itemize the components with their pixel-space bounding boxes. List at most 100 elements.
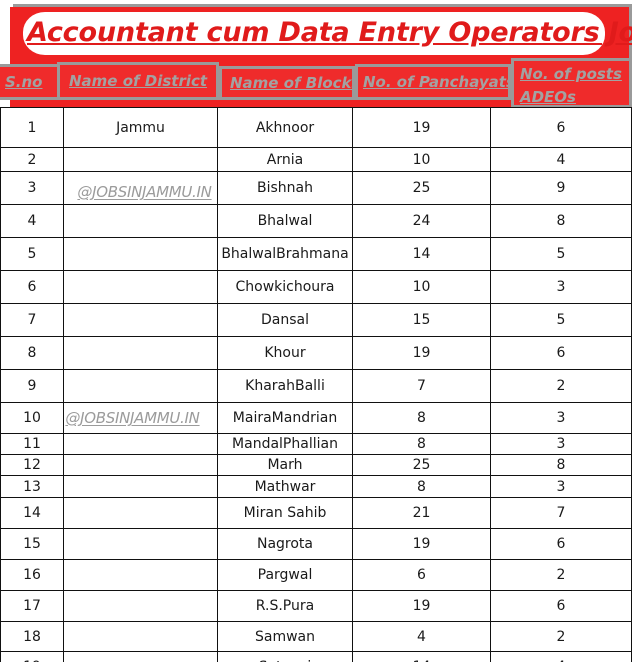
- cell-block: MandalPhallian: [217, 433, 353, 455]
- column-header-posts: No. of posts ADEOs: [511, 58, 632, 108]
- cell-posts: 5: [490, 303, 632, 337]
- cell-sno: 6: [0, 270, 64, 304]
- cell-block: Chowkichoura: [217, 270, 353, 304]
- cell-panchayats: 19: [352, 528, 491, 560]
- table-row: 13 Mathwar 8 3: [0, 475, 632, 498]
- watermark-text: @JOBSINJAMMU.IN: [65, 409, 200, 427]
- cell-district: [63, 270, 218, 304]
- cell-sno: 18: [0, 621, 64, 652]
- column-header-blocks: Name of Blocks: [219, 66, 355, 100]
- table-row: 15 Nagrota 19 6: [0, 528, 632, 560]
- page-title: Accountant cum Data Entry Operators Jobs: [27, 17, 632, 48]
- table-row: 16 Pargwal 6 2: [0, 559, 632, 591]
- cell-block: BhalwalBrahmana: [217, 237, 353, 271]
- cell-posts: 6: [490, 590, 632, 622]
- cell-district: [63, 369, 218, 403]
- table-row: 11 MandalPhallian 8 3: [0, 433, 632, 455]
- cell-sno: 8: [0, 336, 64, 370]
- cell-district: [63, 621, 218, 652]
- cell-panchayats: 19: [352, 590, 491, 622]
- column-header-posts-line2: ADEOs: [520, 88, 576, 106]
- table-row: 7 Dansal 15 5: [0, 303, 632, 337]
- cell-sno: 11: [0, 433, 64, 455]
- cell-block: Samwan: [217, 621, 353, 652]
- cell-sno: 2: [0, 147, 64, 172]
- cell-posts: 3: [490, 270, 632, 304]
- cell-panchayats: 8: [352, 433, 491, 455]
- cell-posts: 6: [490, 107, 632, 148]
- cell-sno: 14: [0, 497, 64, 529]
- cell-district: @JOBSINJAMMU.IN: [63, 171, 218, 205]
- data-table-container: 1 Jammu Akhnoor 19 6 2 Arnia 10 4 3 @JOBSINJAMMU.I…: [0, 107, 632, 662]
- cell-posts: 2: [490, 369, 632, 403]
- cell-district-label: Jammu: [116, 119, 165, 136]
- cell-panchayats: 14: [352, 651, 491, 662]
- cell-block: Dansal: [217, 303, 353, 337]
- cell-block: Miran Sahib: [217, 497, 353, 529]
- cell-panchayats: 7: [352, 369, 491, 403]
- cell-posts: 5: [490, 237, 632, 271]
- cell-district: [63, 336, 218, 370]
- cell-panchayats: 25: [352, 171, 491, 205]
- cell-sno: 1: [0, 107, 64, 148]
- cell-district: [63, 497, 218, 529]
- cell-panchayats: 19: [352, 107, 491, 148]
- cell-sno: 16: [0, 559, 64, 591]
- cell-block: MairaMandrian: [217, 402, 353, 434]
- cell-posts: 3: [490, 402, 632, 434]
- table-row: 5 BhalwalBrahmana 14 5: [0, 237, 632, 271]
- cell-panchayats: 4: [352, 621, 491, 652]
- table-row: 8 Khour 19 6: [0, 336, 632, 370]
- table-row: 17 R.S.Pura 19 6: [0, 590, 632, 622]
- cell-sno: 19: [0, 651, 64, 662]
- cell-posts: 3: [490, 475, 632, 498]
- cell-sno: 7: [0, 303, 64, 337]
- watermark-text: @JOBSINJAMMU.IN: [77, 183, 212, 201]
- cell-block: Bhalwal: [217, 204, 353, 238]
- cell-panchayats: 8: [352, 402, 491, 434]
- table-row: 3 @JOBSINJAMMU.IN Bishnah 25 9: [0, 171, 632, 205]
- cell-posts: 6: [490, 336, 632, 370]
- table-row: 1 Jammu Akhnoor 19 6: [0, 107, 632, 148]
- cell-district: [63, 651, 218, 662]
- cell-district: [63, 454, 218, 476]
- table-row: 14 Miran Sahib 21 7: [0, 497, 632, 529]
- cell-district: [63, 147, 218, 172]
- cell-panchayats: 21: [352, 497, 491, 529]
- cell-posts: 2: [490, 621, 632, 652]
- column-header-district: Name of District: [57, 62, 219, 100]
- cell-posts: 7: [490, 497, 632, 529]
- cell-sno: 4: [0, 204, 64, 238]
- cell-panchayats: 24: [352, 204, 491, 238]
- cell-district: [63, 590, 218, 622]
- cell-district: [63, 303, 218, 337]
- cell-sno: 13: [0, 475, 64, 498]
- cell-sno: 12: [0, 454, 64, 476]
- cell-posts: 4: [490, 651, 632, 662]
- cell-posts: 4: [490, 147, 632, 172]
- cell-sno: 3: [0, 171, 64, 205]
- column-header-posts-line1: No. of posts: [520, 65, 622, 83]
- table-row: 6 Chowkichoura 10 3: [0, 270, 632, 304]
- cell-panchayats: 8: [352, 475, 491, 498]
- cell-panchayats: 15: [352, 303, 491, 337]
- cell-panchayats: 10: [352, 270, 491, 304]
- cell-district: [63, 237, 218, 271]
- cell-panchayats: 14: [352, 237, 491, 271]
- cell-sno: 17: [0, 590, 64, 622]
- column-header-sno: S.no: [0, 64, 64, 100]
- table-body: 1 Jammu Akhnoor 19 6 2 Arnia 10 4 3 @JOBSINJAMMU.I…: [0, 107, 632, 662]
- cell-district: [63, 559, 218, 591]
- cell-block: R.S.Pura: [217, 590, 353, 622]
- cell-district: [63, 528, 218, 560]
- cell-block: Khour: [217, 336, 353, 370]
- blocks-data-table: 1 Jammu Akhnoor 19 6 2 Arnia 10 4 3 @JOBSINJAMMU.I…: [0, 107, 632, 662]
- cell-sno: 10: [0, 402, 64, 434]
- cell-block: Arnia: [217, 147, 353, 172]
- cell-district: Jammu: [63, 107, 218, 148]
- table-row: 2 Arnia 10 4: [0, 147, 632, 172]
- cell-panchayats: 6: [352, 559, 491, 591]
- cell-district: [63, 433, 218, 455]
- table-row: 19 Satwari144: [0, 651, 632, 662]
- table-row: 12 Marh 25 8: [0, 454, 632, 476]
